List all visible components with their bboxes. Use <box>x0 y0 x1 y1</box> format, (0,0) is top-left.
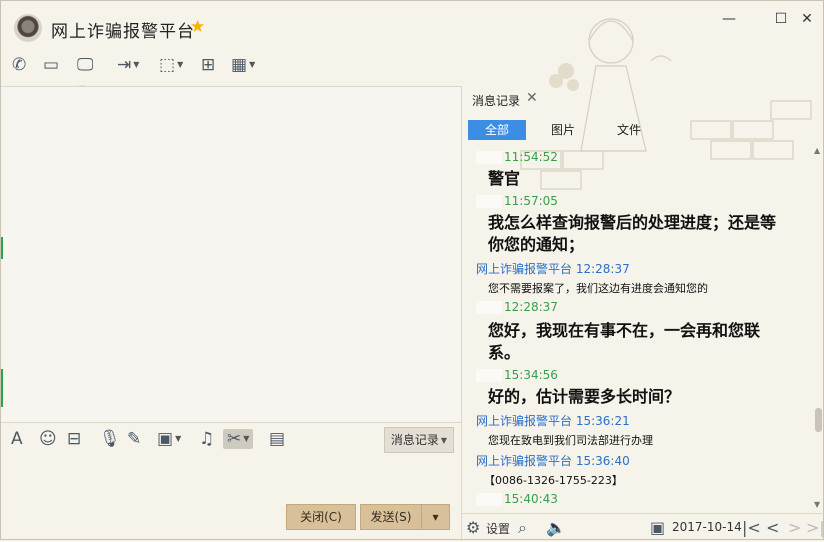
message-header: 网上诈骗报警平台 15:36:40 <box>476 454 630 468</box>
window-title: 网上诈骗报警平台 <box>51 22 195 42</box>
message-text: 【0086-1326-1755-223】 <box>484 474 623 487</box>
maximize-button[interactable]: ☐ <box>771 9 791 29</box>
apps-icon[interactable]: ▦ ▼ <box>231 53 255 77</box>
file-transfer-icon[interactable]: ⇥ ▼ <box>117 53 139 77</box>
calendar-icon[interactable]: ▣ <box>650 518 665 537</box>
font-icon[interactable]: A <box>11 429 23 449</box>
history-tab[interactable]: 消息记录 <box>472 92 520 109</box>
speaker-icon[interactable]: 🔈 <box>546 518 566 537</box>
star-icon[interactable]: ★ <box>190 17 205 37</box>
send-button[interactable]: 发送(S) <box>360 504 422 530</box>
remote-desktop-icon[interactable]: ⬚ ▼ <box>159 53 183 77</box>
first-page-icon[interactable]: |< <box>742 518 761 537</box>
chat-window: 网上诈骗报警平台 ★ — ☐ ✕ ✆ ▭ 🖵▼ ⇥▼ ⬚▼ ⊞ ▦▼ A ☺ ⊟… <box>0 0 824 542</box>
settings-label[interactable]: 设置 <box>486 520 510 537</box>
message-text: 好的，估计需要多长时间？ <box>488 387 681 406</box>
filter-tab-all[interactable]: 全部 <box>468 120 526 140</box>
message-header: 11:54:52 <box>476 150 558 164</box>
pen-icon[interactable]: ✎ <box>127 429 141 449</box>
phone-icon[interactable]: ✆ <box>12 53 26 77</box>
prev-page-icon[interactable]: < <box>766 518 779 537</box>
message-display-area[interactable] <box>1 87 461 420</box>
settings-icon[interactable]: ⚙ <box>466 518 480 537</box>
message-header: 网上诈骗报警平台 15:36:21 <box>476 414 630 428</box>
redacted-name <box>476 369 502 382</box>
minimize-button[interactable]: — <box>719 9 739 29</box>
message-list[interactable]: 11:54:52 警官 11:57:05 我怎么样查询报警后的处理进度；还是等你… <box>462 146 812 512</box>
music-icon[interactable]: ♫ <box>199 429 214 449</box>
edge-marker <box>1 237 3 259</box>
history-date[interactable]: 2017-10-14 <box>672 520 742 534</box>
scroll-up-icon[interactable]: ▲ <box>814 146 820 155</box>
message-header: 12:28:37 <box>476 300 558 314</box>
scissors-icon[interactable]: ✂ ▼ <box>223 429 254 449</box>
scroll-thumb[interactable] <box>815 408 822 432</box>
message-header: 15:34:56 <box>476 368 558 382</box>
message-header: 11:57:05 <box>476 194 558 208</box>
filter-tab-images[interactable]: 图片 <box>534 120 592 140</box>
filter-tabs: 全部 图片 文件 <box>468 120 808 140</box>
search-icon[interactable]: ⌕ <box>518 518 527 538</box>
close-button[interactable]: ✕ <box>797 9 817 29</box>
screen-share-icon[interactable]: 🖵▼ <box>77 53 93 93</box>
message-text: 警官 <box>488 169 521 188</box>
image-effects-icon[interactable]: ⊟ <box>67 429 81 449</box>
edge-marker <box>1 369 3 407</box>
redacted-name <box>476 151 502 164</box>
next-page-icon[interactable]: > <box>788 518 801 537</box>
close-panel-icon[interactable]: ✕ <box>526 90 538 106</box>
history-panel: 消息记录 ✕ 全部 图片 文件 11:54:52 警官 11:57:05 我怎么… <box>461 86 824 541</box>
message-text: 您现在致电到我们司法部进行办理 <box>488 434 653 447</box>
send-options-button[interactable]: ▾ <box>421 504 450 530</box>
redacted-name <box>476 195 502 208</box>
title-bar: 网上诈骗报警平台 ★ — ☐ ✕ <box>1 1 824 49</box>
redacted-name <box>476 301 502 314</box>
message-history-button[interactable]: 消息记录 ▼ <box>384 427 454 453</box>
video-icon[interactable]: ▭ <box>43 53 59 77</box>
message-text: 您不需要报案了，我们这边有进度会通知您的 <box>488 282 708 295</box>
close-chat-button[interactable]: 关闭(C) <box>286 504 356 530</box>
message-header: 网上诈骗报警平台 12:28:37 <box>476 262 630 276</box>
scroll-down-icon[interactable]: ▼ <box>814 500 820 509</box>
message-scrollbar[interactable]: ▲ ▼ <box>812 146 824 512</box>
emoji-icon[interactable]: ☺ <box>39 429 57 449</box>
last-page-icon[interactable]: >| <box>806 518 824 537</box>
microphone-icon[interactable]: 🎙 <box>99 429 121 449</box>
message-header: 15:40:43 <box>476 492 558 506</box>
picture-icon[interactable]: ▣ ▼ <box>157 429 181 449</box>
message-text: 我怎么样查询报警后的处理进度；还是等你您的通知； <box>488 213 777 254</box>
message-text: 您好，我现在有事不在，一会再和您联系。 <box>488 321 761 362</box>
filter-tab-files[interactable]: 文件 <box>600 120 658 140</box>
redacted-name <box>476 493 502 506</box>
new-message-icon[interactable]: ⊞ <box>201 53 215 77</box>
clipboard-icon[interactable]: ▤ <box>269 429 285 449</box>
avatar[interactable] <box>14 14 42 42</box>
conversation-pane: A ☺ ⊟ 🎙 ✎ ▣ ▼ ♫ ✂ ▼ ▤ 消息记录 ▼ 关闭(C) 发送(S) ▾ <box>1 86 461 542</box>
history-bottom-bar: ⚙ 设置 ⌕ 🔈 ▣ 2017-10-14 |< < > >| <box>462 513 824 542</box>
